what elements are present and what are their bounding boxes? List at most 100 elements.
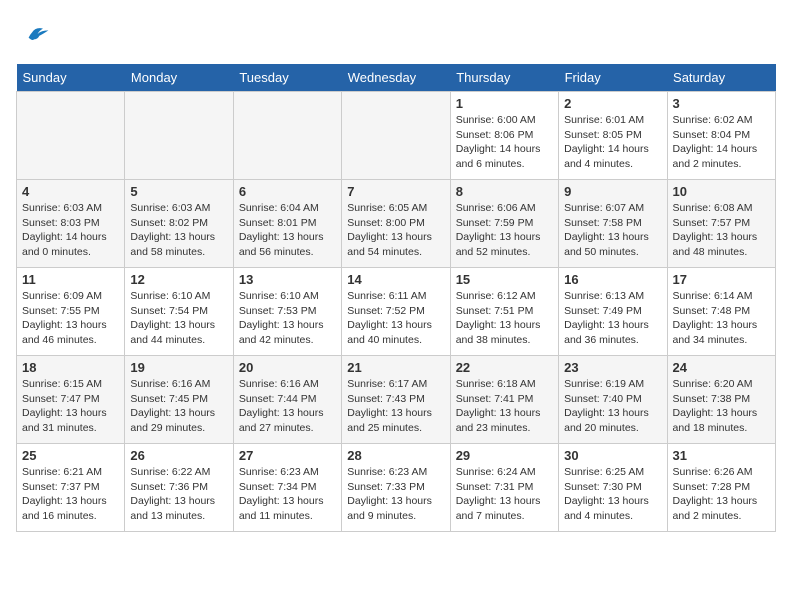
day-info: Sunrise: 6:10 AMSunset: 7:54 PMDaylight:…	[130, 289, 227, 348]
day-number: 25	[22, 448, 119, 463]
day-cell: 18Sunrise: 6:15 AMSunset: 7:47 PMDayligh…	[17, 356, 125, 444]
calendar-table: SundayMondayTuesdayWednesdayThursdayFrid…	[16, 64, 776, 532]
day-cell: 13 Sunrise: 6:10 AMSunset: 7:53 PMDayligh…	[233, 268, 341, 356]
day-cell: 5 Sunrise: 6:03 AMSunset: 8:02 PMDaylight…	[125, 180, 233, 268]
day-cell: 21 Sunrise: 6:17 AMSunset: 7:43 PMDayligh…	[342, 356, 450, 444]
day-cell: 8Sunrise: 6:06 AMSunset: 7:59 PMDaylight…	[450, 180, 558, 268]
day-cell: 25 Sunrise: 6:21 AMSunset: 7:37 PMDayligh…	[17, 444, 125, 532]
day-number: 2	[564, 96, 661, 111]
weekday-header-saturday: Saturday	[667, 64, 775, 92]
day-number: 17	[673, 272, 770, 287]
week-row-1: 1 Sunrise: 6:00 AMSunset: 8:06 PMDaylight…	[17, 92, 776, 180]
logo	[16, 16, 56, 52]
day-info: Sunrise: 6:09 AMSunset: 7:55 PMDaylight:…	[22, 289, 119, 348]
day-info: Sunrise: 6:14 AMSunset: 7:48 PMDaylight:…	[673, 289, 770, 348]
day-cell: 19 Sunrise: 6:16 AMSunset: 7:45 PMDayligh…	[125, 356, 233, 444]
day-cell: 3Sunrise: 6:02 AMSunset: 8:04 PMDaylight…	[667, 92, 775, 180]
day-number: 7	[347, 184, 444, 199]
day-cell: 15 Sunrise: 6:12 AMSunset: 7:51 PMDayligh…	[450, 268, 558, 356]
day-number: 28	[347, 448, 444, 463]
day-cell: 27Sunrise: 6:23 AMSunset: 7:34 PMDayligh…	[233, 444, 341, 532]
day-number: 10	[673, 184, 770, 199]
day-cell: 29 Sunrise: 6:24 AMSunset: 7:31 PMDayligh…	[450, 444, 558, 532]
day-number: 9	[564, 184, 661, 199]
day-number: 4	[22, 184, 119, 199]
day-info: Sunrise: 6:22 AMSunset: 7:36 PMDaylight:…	[130, 465, 227, 524]
day-info: Sunrise: 6:15 AMSunset: 7:47 PMDaylight:…	[22, 377, 119, 436]
day-info: Sunrise: 6:08 AMSunset: 7:57 PMDaylight:…	[673, 201, 770, 260]
day-info: Sunrise: 6:26 AMSunset: 7:28 PMDaylight:…	[673, 465, 770, 524]
day-info: Sunrise: 6:24 AMSunset: 7:31 PMDaylight:…	[456, 465, 553, 524]
day-cell: 6 Sunrise: 6:04 AMSunset: 8:01 PMDaylight…	[233, 180, 341, 268]
day-number: 24	[673, 360, 770, 375]
day-number: 6	[239, 184, 336, 199]
day-cell: 31 Sunrise: 6:26 AMSunset: 7:28 PMDayligh…	[667, 444, 775, 532]
day-number: 1	[456, 96, 553, 111]
day-cell: 23Sunrise: 6:19 AMSunset: 7:40 PMDayligh…	[559, 356, 667, 444]
day-cell: 28 Sunrise: 6:23 AMSunset: 7:33 PMDayligh…	[342, 444, 450, 532]
page-header	[16, 16, 776, 52]
day-cell: 1 Sunrise: 6:00 AMSunset: 8:06 PMDaylight…	[450, 92, 558, 180]
day-info: Sunrise: 6:07 AMSunset: 7:58 PMDaylight:…	[564, 201, 661, 260]
week-row-3: 11Sunrise: 6:09 AMSunset: 7:55 PMDayligh…	[17, 268, 776, 356]
day-cell: 10 Sunrise: 6:08 AMSunset: 7:57 PMDayligh…	[667, 180, 775, 268]
day-number: 19	[130, 360, 227, 375]
day-number: 30	[564, 448, 661, 463]
day-cell: 16Sunrise: 6:13 AMSunset: 7:49 PMDayligh…	[559, 268, 667, 356]
day-info: Sunrise: 6:23 AMSunset: 7:34 PMDaylight:…	[239, 465, 336, 524]
day-info: Sunrise: 6:10 AMSunset: 7:53 PMDaylight:…	[239, 289, 336, 348]
day-info: Sunrise: 6:23 AMSunset: 7:33 PMDaylight:…	[347, 465, 444, 524]
day-info: Sunrise: 6:20 AMSunset: 7:38 PMDaylight:…	[673, 377, 770, 436]
week-row-2: 4 Sunrise: 6:03 AMSunset: 8:03 PMDaylight…	[17, 180, 776, 268]
day-number: 21	[347, 360, 444, 375]
day-info: Sunrise: 6:17 AMSunset: 7:43 PMDaylight:…	[347, 377, 444, 436]
day-info: Sunrise: 6:03 AMSunset: 8:03 PMDaylight:…	[22, 201, 119, 260]
weekday-header-friday: Friday	[559, 64, 667, 92]
day-info: Sunrise: 6:16 AMSunset: 7:44 PMDaylight:…	[239, 377, 336, 436]
day-info: Sunrise: 6:25 AMSunset: 7:30 PMDaylight:…	[564, 465, 661, 524]
day-info: Sunrise: 6:16 AMSunset: 7:45 PMDaylight:…	[130, 377, 227, 436]
day-info: Sunrise: 6:19 AMSunset: 7:40 PMDaylight:…	[564, 377, 661, 436]
day-info: Sunrise: 6:13 AMSunset: 7:49 PMDaylight:…	[564, 289, 661, 348]
day-info: Sunrise: 6:11 AMSunset: 7:52 PMDaylight:…	[347, 289, 444, 348]
day-cell: 20 Sunrise: 6:16 AMSunset: 7:44 PMDayligh…	[233, 356, 341, 444]
day-cell: 30 Sunrise: 6:25 AMSunset: 7:30 PMDayligh…	[559, 444, 667, 532]
day-cell	[125, 92, 233, 180]
day-cell	[17, 92, 125, 180]
day-number: 3	[673, 96, 770, 111]
day-number: 22	[456, 360, 553, 375]
day-info: Sunrise: 6:03 AMSunset: 8:02 PMDaylight:…	[130, 201, 227, 260]
day-info: Sunrise: 6:00 AMSunset: 8:06 PMDaylight:…	[456, 113, 553, 172]
weekday-header-sunday: Sunday	[17, 64, 125, 92]
logo-icon	[16, 16, 52, 52]
weekday-header-wednesday: Wednesday	[342, 64, 450, 92]
day-info: Sunrise: 6:01 AMSunset: 8:05 PMDaylight:…	[564, 113, 661, 172]
day-cell: 26 Sunrise: 6:22 AMSunset: 7:36 PMDayligh…	[125, 444, 233, 532]
day-info: Sunrise: 6:18 AMSunset: 7:41 PMDaylight:…	[456, 377, 553, 436]
day-info: Sunrise: 6:04 AMSunset: 8:01 PMDaylight:…	[239, 201, 336, 260]
day-cell: 22 Sunrise: 6:18 AMSunset: 7:41 PMDayligh…	[450, 356, 558, 444]
day-cell: 24 Sunrise: 6:20 AMSunset: 7:38 PMDayligh…	[667, 356, 775, 444]
day-number: 26	[130, 448, 227, 463]
day-cell: 4 Sunrise: 6:03 AMSunset: 8:03 PMDaylight…	[17, 180, 125, 268]
day-cell: 12 Sunrise: 6:10 AMSunset: 7:54 PMDayligh…	[125, 268, 233, 356]
day-number: 20	[239, 360, 336, 375]
day-number: 13	[239, 272, 336, 287]
day-number: 29	[456, 448, 553, 463]
weekday-header-monday: Monday	[125, 64, 233, 92]
day-cell	[233, 92, 341, 180]
day-cell: 11Sunrise: 6:09 AMSunset: 7:55 PMDayligh…	[17, 268, 125, 356]
day-cell: 17 Sunrise: 6:14 AMSunset: 7:48 PMDayligh…	[667, 268, 775, 356]
day-number: 12	[130, 272, 227, 287]
weekday-header-thursday: Thursday	[450, 64, 558, 92]
day-info: Sunrise: 6:05 AMSunset: 8:00 PMDaylight:…	[347, 201, 444, 260]
day-cell	[342, 92, 450, 180]
day-info: Sunrise: 6:12 AMSunset: 7:51 PMDaylight:…	[456, 289, 553, 348]
day-cell: 2 Sunrise: 6:01 AMSunset: 8:05 PMDaylight…	[559, 92, 667, 180]
day-cell: 9 Sunrise: 6:07 AMSunset: 7:58 PMDaylight…	[559, 180, 667, 268]
day-number: 31	[673, 448, 770, 463]
day-info: Sunrise: 6:21 AMSunset: 7:37 PMDaylight:…	[22, 465, 119, 524]
day-number: 5	[130, 184, 227, 199]
day-info: Sunrise: 6:06 AMSunset: 7:59 PMDaylight:…	[456, 201, 553, 260]
day-number: 15	[456, 272, 553, 287]
